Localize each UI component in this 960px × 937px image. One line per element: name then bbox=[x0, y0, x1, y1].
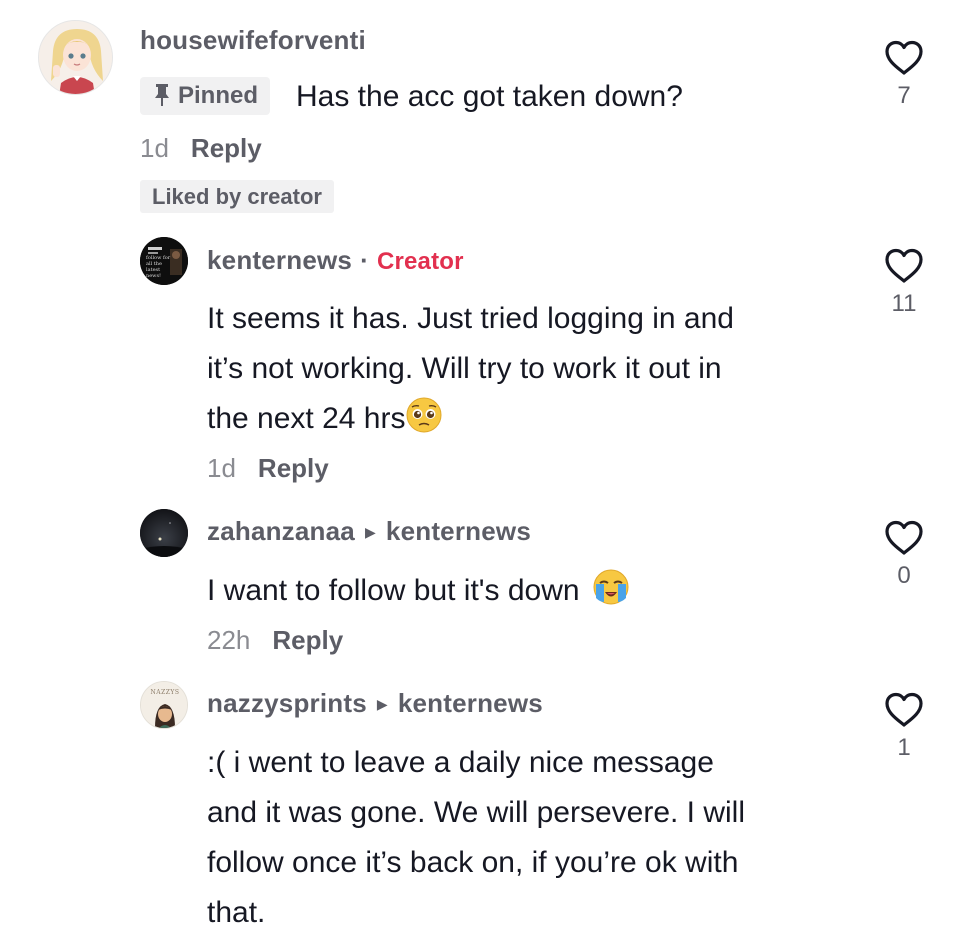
avatar-housewifeforventi[interactable] bbox=[38, 20, 113, 95]
comment-text: I want to follow but it's down bbox=[207, 566, 630, 616]
comment-username[interactable]: housewifeforventi bbox=[140, 25, 366, 56]
comment-text-line: and it was gone. We will persevere. I wi… bbox=[207, 796, 746, 829]
comment-text-line: :( i went to leave a daily nice message bbox=[207, 746, 714, 779]
comment-username[interactable]: kenternews bbox=[207, 245, 352, 275]
comment-text-line: follow once it’s back on, if you’re ok w… bbox=[207, 846, 739, 879]
comment-username-line: nazzysprints ▶ kenternews bbox=[207, 688, 543, 719]
heart-outline-icon bbox=[885, 520, 923, 555]
comment-text-line: it’s not working. Will try to work it ou… bbox=[207, 352, 722, 385]
avatar-zahanzanaa[interactable] bbox=[140, 509, 188, 557]
heart-outline-icon bbox=[885, 40, 923, 75]
avatar-caption: NAZZYS bbox=[150, 689, 180, 696]
comment-text: :( i went to leave a daily nice message … bbox=[207, 738, 745, 937]
reply-to-username[interactable]: kenternews bbox=[398, 688, 543, 718]
comment-username[interactable]: zahanzanaa bbox=[207, 516, 355, 546]
comment-meta: 22h Reply bbox=[207, 625, 343, 656]
like-button[interactable]: 1 bbox=[881, 692, 927, 762]
comment-text-segment: the next 24 hrs bbox=[207, 402, 406, 435]
avatar-caption-line: latest news! bbox=[146, 267, 162, 279]
reply-button[interactable]: Reply bbox=[258, 453, 329, 483]
comment-text-line: It seems it has. Just tried logging in a… bbox=[207, 302, 734, 335]
separator-dot: · bbox=[360, 245, 369, 275]
reply-arrow-icon: ▶ bbox=[364, 524, 376, 540]
loudly-crying-face-emoji-icon bbox=[592, 568, 630, 606]
pin-icon bbox=[152, 81, 172, 106]
avatar-caption: follow for all the latest news! bbox=[146, 255, 172, 279]
like-count: 1 bbox=[897, 734, 911, 761]
reply-button[interactable]: Reply bbox=[272, 625, 343, 655]
comment-meta: 1d Reply bbox=[140, 133, 262, 164]
comment-text-segment: I want to follow but it's down bbox=[207, 574, 580, 607]
heart-outline-icon bbox=[885, 248, 923, 283]
creator-label: Creator bbox=[376, 248, 464, 275]
reply-button[interactable]: Reply bbox=[191, 133, 262, 163]
comment-text-line: that. bbox=[207, 896, 266, 929]
pleading-face-emoji-icon bbox=[405, 396, 443, 434]
like-button[interactable]: 7 bbox=[881, 40, 927, 110]
comment-username-line: zahanzanaa ▶ kenternews bbox=[207, 516, 531, 547]
reply-to-username[interactable]: kenternews bbox=[386, 516, 531, 546]
comment-text: It seems it has. Just tried logging in a… bbox=[207, 294, 734, 444]
comment-username-line: kenternews · Creator bbox=[207, 245, 464, 276]
comment-meta: 1d Reply bbox=[207, 453, 329, 484]
comment-timestamp: 22h bbox=[207, 625, 251, 655]
like-count: 7 bbox=[897, 82, 911, 109]
comment-timestamp: 1d bbox=[140, 133, 169, 163]
heart-outline-icon bbox=[885, 692, 923, 727]
comment-text-line: the next 24 hrs bbox=[207, 394, 734, 444]
comment-text: Has the acc got taken down? bbox=[296, 80, 683, 113]
like-button[interactable]: 0 bbox=[881, 520, 927, 590]
like-button[interactable]: 11 bbox=[881, 248, 927, 318]
comment-timestamp: 1d bbox=[207, 453, 236, 483]
like-count: 11 bbox=[891, 290, 917, 317]
pinned-label: Pinned bbox=[178, 82, 259, 109]
pinned-badge: Pinned bbox=[140, 77, 271, 115]
reply-arrow-icon: ▶ bbox=[376, 696, 388, 712]
liked-by-creator-badge: Liked by creator bbox=[140, 180, 334, 213]
comment-username[interactable]: nazzysprints bbox=[207, 688, 367, 718]
like-count: 0 bbox=[897, 562, 911, 589]
night-sky-avatar-icon bbox=[140, 509, 188, 557]
anime-girl-avatar-icon bbox=[39, 21, 112, 94]
